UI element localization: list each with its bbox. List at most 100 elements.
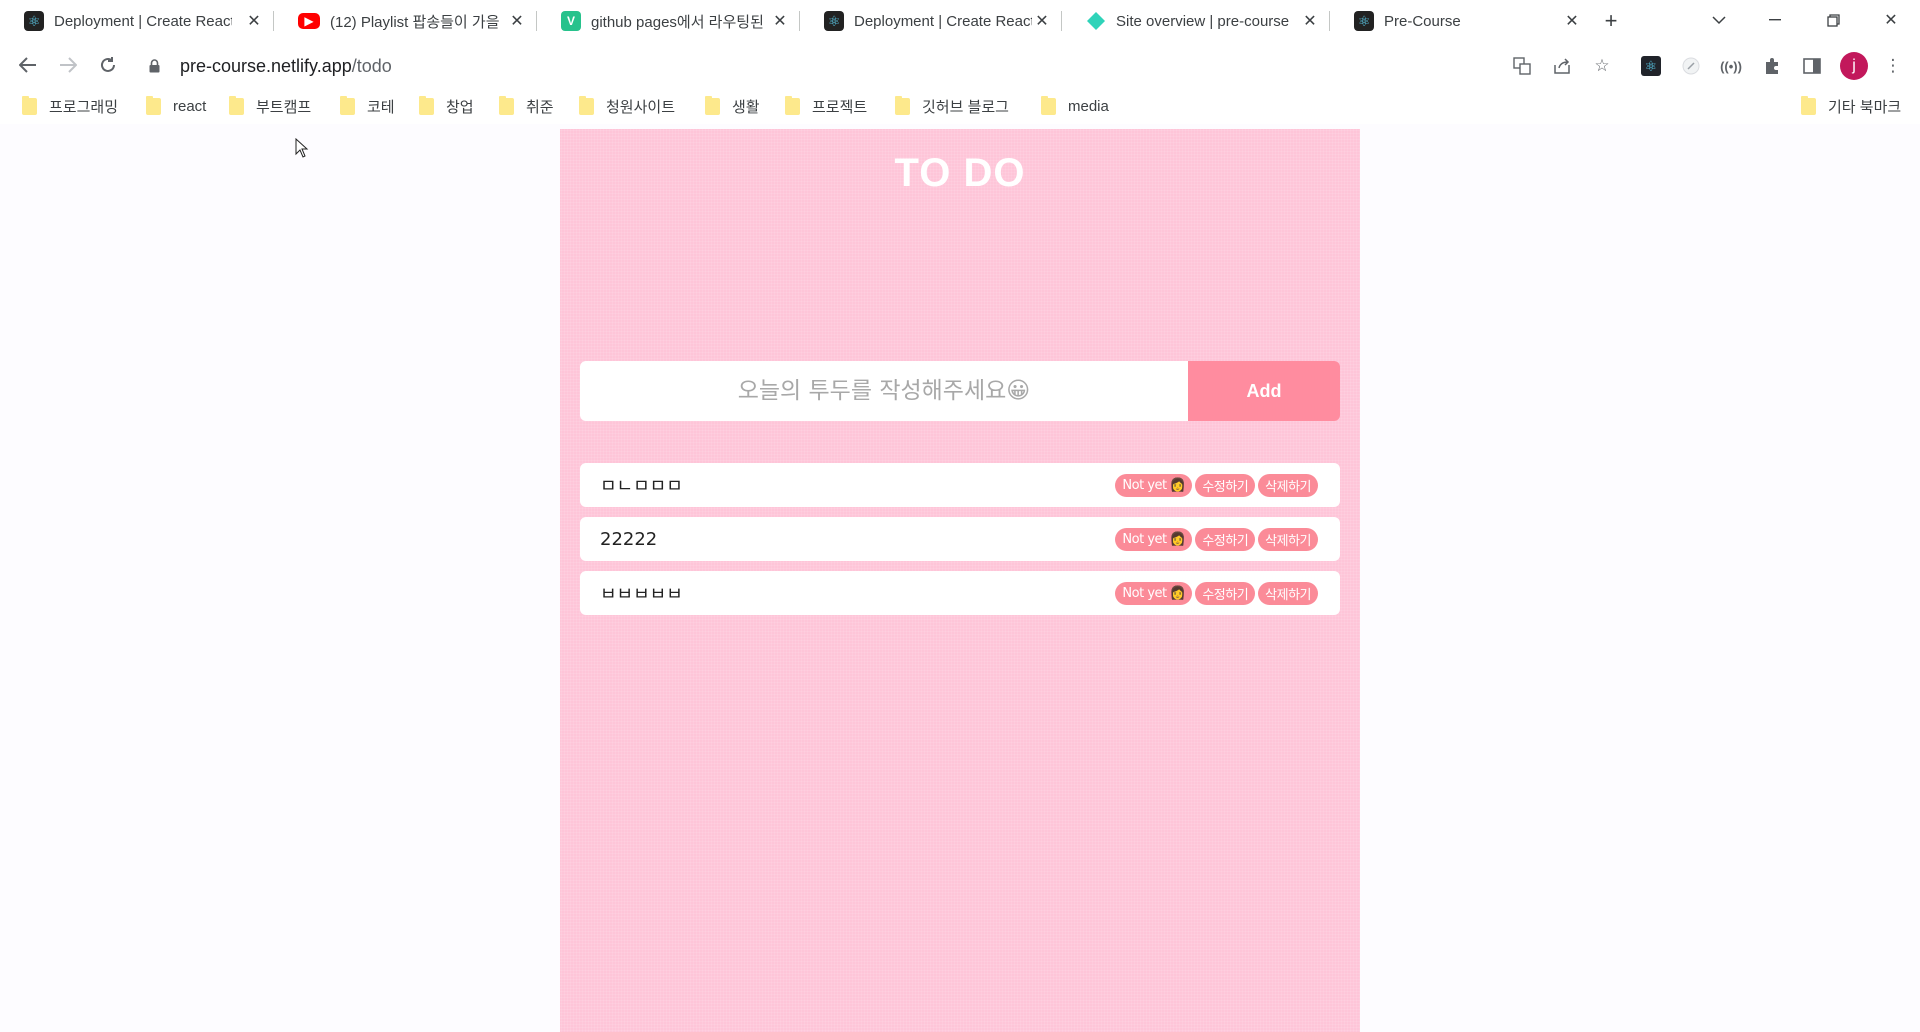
todo-item: ㅁㄴㅁㅁㅁ Not yet 👩 수정하기 삭제하기 — [580, 463, 1340, 507]
lock-icon[interactable] — [146, 58, 162, 74]
translate-icon[interactable] — [1509, 53, 1535, 79]
react-devtools-icon[interactable]: ⚛ — [1638, 53, 1664, 79]
bookmark-label: 기타 북마크 — [1828, 98, 1902, 116]
forward-arrow-icon[interactable] — [54, 51, 82, 79]
bookmark-label: 취준 — [526, 98, 554, 116]
bookmark-folder[interactable]: 청원사이트 — [579, 95, 675, 117]
bookmark-label: 생활 — [732, 98, 760, 116]
status-label: Not yet — [1122, 478, 1167, 493]
youtube-icon: ▶ — [298, 13, 320, 29]
folder-icon — [499, 95, 514, 115]
close-icon[interactable]: ✕ — [507, 11, 527, 31]
redux-devtools-icon[interactable]: ((•)) — [1718, 53, 1744, 79]
window-close-icon[interactable]: ✕ — [1869, 6, 1913, 34]
url-path: /todo — [351, 55, 392, 76]
todo-item: ㅂㅂㅂㅂㅂ Not yet 👩 수정하기 삭제하기 — [580, 571, 1340, 615]
reload-icon[interactable] — [94, 51, 122, 79]
folder-icon — [579, 95, 594, 115]
bookmark-label: 부트캠프 — [256, 98, 312, 116]
folder-icon — [1801, 95, 1816, 115]
folder-icon — [785, 95, 800, 115]
delete-button[interactable]: 삭제하기 — [1258, 474, 1318, 497]
address-bar[interactable]: pre-course.netlify.app/todo — [140, 50, 1500, 82]
close-icon[interactable]: ✕ — [1562, 11, 1582, 31]
kebab-menu-icon[interactable]: ⋮ — [1880, 53, 1906, 79]
folder-icon — [146, 95, 161, 115]
close-icon[interactable]: ✕ — [1300, 11, 1320, 31]
bookmark-folder[interactable]: 생활 — [705, 95, 760, 117]
tab-github-pages[interactable]: V github pages에서 라우팅된 ✕ — [537, 0, 800, 42]
react-icon: ⚛ — [24, 11, 44, 31]
edit-button[interactable]: 수정하기 — [1195, 474, 1256, 497]
other-bookmarks-folder[interactable]: 기타 북마크 — [1801, 95, 1901, 117]
profile-avatar[interactable]: j — [1840, 52, 1868, 80]
app-title: TO DO — [894, 151, 1026, 195]
bookmark-label: media — [1068, 97, 1109, 115]
tab-title: Site overview | pre-course — [1116, 12, 1290, 30]
tab-title: Deployment | Create React — [54, 12, 232, 30]
delete-button[interactable]: 삭제하기 — [1258, 528, 1318, 551]
status-label: Not yet — [1122, 586, 1167, 601]
delete-button[interactable]: 삭제하기 — [1258, 582, 1318, 605]
status-toggle-button[interactable]: Not yet 👩 — [1115, 582, 1193, 605]
bookmark-folder[interactable]: react — [146, 95, 206, 117]
status-toggle-button[interactable]: Not yet 👩 — [1115, 528, 1193, 551]
extension-pencil-icon[interactable] — [1678, 53, 1704, 79]
folder-icon — [705, 95, 720, 115]
bookmark-folder[interactable]: 부트캠프 — [229, 95, 311, 117]
extensions-puzzle-icon[interactable] — [1759, 53, 1785, 79]
browser-toolbar: pre-course.netlify.app/todo ☆ ⚛ ((•)) j … — [0, 42, 1920, 88]
bookmarks-bar: 프로그래밍 react 부트캠프 코테 창업 취준 청원사이트 생활 프로젝트 … — [0, 88, 1920, 124]
bookmark-label: 창업 — [446, 98, 474, 116]
todo-input[interactable] — [580, 361, 1188, 421]
side-panel-icon[interactable] — [1799, 53, 1825, 79]
add-button[interactable]: Add — [1188, 361, 1340, 421]
bookmark-folder[interactable]: 코테 — [340, 95, 395, 117]
tab-deployment-2[interactable]: ⚛ Deployment | Create React ✕ — [800, 0, 1062, 42]
velog-icon: V — [561, 11, 581, 31]
restore-icon[interactable] — [1811, 6, 1855, 34]
folder-icon — [895, 95, 910, 115]
bookmark-label: 프로그래밍 — [49, 98, 119, 116]
status-label: Not yet — [1122, 532, 1167, 547]
bookmark-folder[interactable]: 프로젝트 — [785, 95, 867, 117]
bookmark-folder[interactable]: media — [1041, 95, 1109, 117]
tab-search-chevron-icon[interactable] — [1697, 6, 1741, 34]
tab-deployment-1[interactable]: ⚛ Deployment | Create React ✕ — [0, 0, 274, 42]
bookmark-folder[interactable]: 프로그래밍 — [22, 95, 118, 117]
tab-title: Pre-Course — [1384, 12, 1461, 30]
web-page-viewport: TO DO Add ㅁㄴㅁㅁㅁ Not yet👩 수정하기 삭제하기 22222… — [0, 124, 1920, 1032]
bookmark-label: react — [173, 97, 207, 115]
bookmark-star-icon[interactable]: ☆ — [1589, 53, 1615, 79]
tab-title: github pages에서 라우팅된 — [591, 13, 764, 31]
folder-icon — [419, 95, 434, 115]
close-icon[interactable]: ✕ — [244, 11, 264, 31]
bookmark-folder[interactable]: 깃허브 블로그 — [895, 95, 1009, 117]
status-toggle-button[interactable]: Not yet 👩 — [1115, 474, 1193, 497]
new-tab-plus-icon[interactable]: + — [1598, 8, 1624, 34]
woman-emoji-icon: 👩 — [1169, 478, 1186, 493]
tab-title: Deployment | Create React — [854, 12, 1032, 30]
todo-text: 22222 — [600, 528, 658, 550]
bookmark-label: 코테 — [367, 98, 395, 116]
minimize-icon[interactable] — [1753, 6, 1797, 34]
bookmark-folder[interactable]: 취준 — [499, 95, 554, 117]
tab-youtube-playlist[interactable]: ▶ (12) Playlist 팝송들이 가을 ✕ — [274, 0, 537, 42]
back-arrow-icon[interactable] — [14, 51, 42, 79]
edit-button[interactable]: 수정하기 — [1195, 528, 1256, 551]
edit-button[interactable]: 수정하기 — [1195, 582, 1256, 605]
tab-netlify-site-overview[interactable]: Site overview | pre-course ✕ — [1062, 0, 1330, 42]
todo-item: 22222 Not yet 👩 수정하기 삭제하기 — [580, 517, 1340, 561]
close-icon[interactable]: ✕ — [1032, 11, 1052, 31]
share-icon[interactable] — [1549, 53, 1575, 79]
close-icon[interactable]: ✕ — [770, 11, 790, 31]
tab-pre-course-active[interactable]: ⚛ Pre-Course ✕ — [1330, 0, 1592, 42]
woman-emoji-icon: 👩 — [1169, 532, 1186, 547]
mouse-pointer-icon — [295, 138, 309, 158]
todo-text: ㅂㅂㅂㅂㅂ — [600, 584, 683, 605]
bookmark-folder[interactable]: 창업 — [419, 95, 474, 117]
folder-icon — [22, 95, 37, 115]
folder-icon — [1041, 95, 1056, 115]
todo-actions: Not yet 👩 수정하기 삭제하기 — [1115, 582, 1318, 605]
tab-strip: ⚛ Deployment | Create React ✕ ▶ (12) Pla… — [0, 0, 1920, 42]
